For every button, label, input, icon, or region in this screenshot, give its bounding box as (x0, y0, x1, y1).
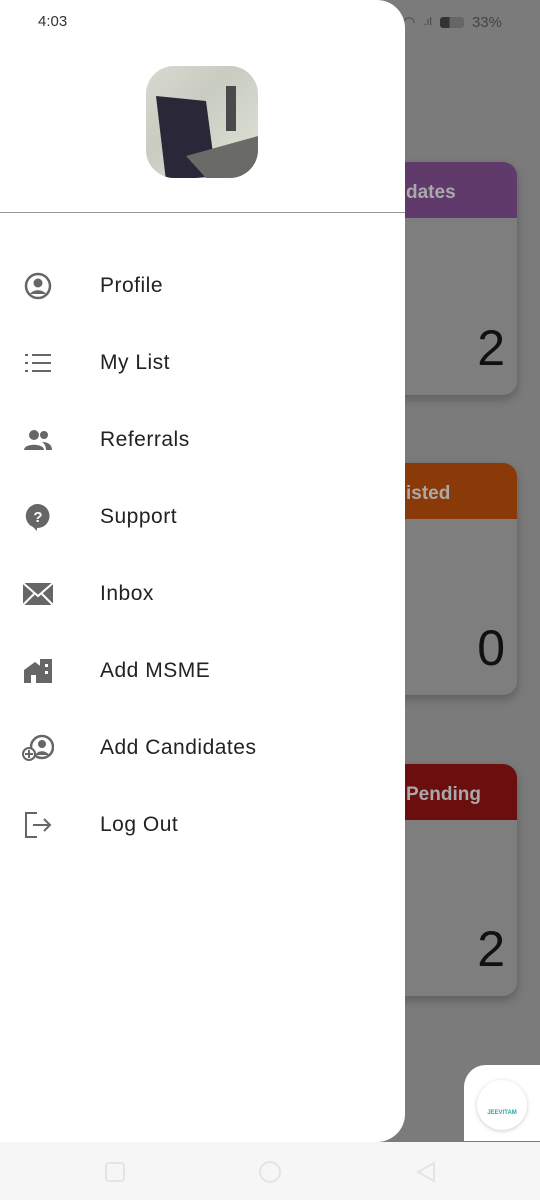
laptop-photo (156, 86, 258, 178)
account-circle-icon (22, 270, 54, 302)
add-person-icon (22, 732, 54, 764)
logout-icon (22, 809, 54, 841)
drawer-item-label: Add Candidates (100, 736, 257, 759)
drawer-item-label: Profile (100, 274, 164, 297)
mail-icon (22, 578, 54, 610)
battery-icon (439, 16, 464, 28)
drawer-item-profile[interactable]: Profile (0, 256, 405, 316)
drawer-item-label: Referrals (100, 428, 190, 451)
drawer-item-log-out[interactable]: Log Out (0, 795, 405, 855)
battery-percent: 33% (471, 13, 502, 31)
navigation-drawer: 4:03 Profile My List Referrals ? Support … (0, 0, 405, 1142)
drawer-item-inbox[interactable]: Inbox (0, 564, 405, 624)
profile-avatar[interactable] (146, 66, 258, 178)
drawer-item-label: Add MSME (100, 659, 211, 682)
signal-icon: .ıl (423, 16, 432, 28)
status-time: 4:03 (38, 13, 68, 30)
recent-apps-button[interactable] (103, 1160, 127, 1184)
drawer-item-label: Log Out (100, 813, 179, 836)
drawer-item-add-candidates[interactable]: Add Candidates (0, 718, 405, 778)
drawer-item-label: Support (100, 505, 178, 528)
back-button[interactable] (414, 1160, 438, 1184)
drawer-item-add-msme[interactable]: Add MSME (0, 641, 405, 701)
logo-text: JEEVITAM (487, 1110, 517, 1116)
svg-text:?: ? (33, 509, 42, 526)
divider (0, 212, 405, 213)
business-icon (22, 655, 54, 687)
drawer-item-support[interactable]: ? Support (0, 487, 405, 547)
drawer-item-label: Inbox (100, 582, 154, 605)
home-button[interactable] (258, 1160, 282, 1184)
drawer-item-my-list[interactable]: My List (0, 333, 405, 393)
card-value: 2 (477, 921, 505, 977)
jeevitam-button[interactable]: JEEVITAM (464, 1065, 540, 1141)
status-icons: ◠ .ıl 33% (402, 13, 502, 32)
help-icon: ? (22, 501, 54, 533)
people-icon (22, 424, 54, 456)
card-value: 2 (477, 320, 505, 376)
list-icon (22, 347, 54, 379)
card-value: 0 (477, 620, 505, 676)
jeevitam-logo: JEEVITAM (477, 1080, 527, 1130)
drawer-item-referrals[interactable]: Referrals (0, 410, 405, 470)
drawer-item-label: My List (100, 351, 171, 374)
